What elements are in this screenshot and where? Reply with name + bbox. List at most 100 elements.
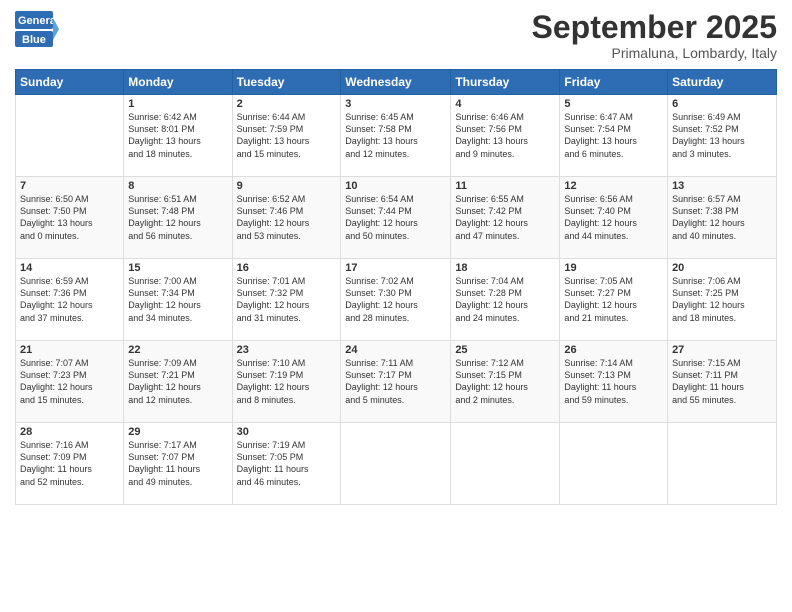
day-number: 26 [564,344,663,356]
week-row-1: 1 Sunrise: 6:42 AMSunset: 8:01 PMDaylight… [16,95,777,177]
day-number: 1 [128,98,227,110]
day-number: 3 [345,98,446,110]
calendar-cell: 27Sunrise: 7:15 AMSunset: 7:11 PMDayligh… [668,341,777,423]
calendar-cell: 12Sunrise: 6:56 AMSunset: 7:40 PMDayligh… [560,177,668,259]
day-info: Sunrise: 7:09 AMSunset: 7:21 PMDaylight:… [128,358,201,404]
svg-text:Blue: Blue [22,34,46,46]
calendar-cell: 22 Sunrise: 7:09 AMSunset: 7:21 PMDayligh… [124,341,232,423]
day-number: 16 [237,262,337,274]
day-info: Sunrise: 6:47 AMSunset: 7:54 PMDaylight:… [564,112,637,158]
day-info: Sunrise: 7:11 AMSunset: 7:17 PMDaylight:… [345,358,418,404]
calendar-cell: 3 Sunrise: 6:45 AMSunset: 7:58 PMDaylight… [341,95,451,177]
day-info: Sunrise: 7:07 AMSunset: 7:23 PMDaylight:… [20,358,93,404]
calendar-cell: 10 Sunrise: 6:54 AMSunset: 7:44 PMDayligh… [341,177,451,259]
calendar-cell [341,423,451,505]
calendar-cell: 18 Sunrise: 7:04 AMSunset: 7:28 PMDayligh… [451,259,560,341]
calendar-cell: 11 Sunrise: 6:55 AMSunset: 7:42 PMDayligh… [451,177,560,259]
day-info: Sunrise: 7:00 AMSunset: 7:34 PMDaylight:… [128,276,201,322]
day-number: 11 [455,180,555,192]
day-number: 27 [672,344,772,356]
calendar-cell: 28 Sunrise: 7:16 AMSunset: 7:09 PMDayligh… [16,423,124,505]
calendar-cell [16,95,124,177]
calendar-cell: 19 Sunrise: 7:05 AMSunset: 7:27 PMDayligh… [560,259,668,341]
day-info: Sunrise: 7:19 AMSunset: 7:05 PMDaylight:… [237,440,309,486]
day-info: Sunrise: 6:57 AMSunset: 7:38 PMDaylight:… [672,194,745,240]
header-cell-thursday: Thursday [451,70,560,95]
day-number: 21 [20,344,119,356]
day-number: 19 [564,262,663,274]
day-info: Sunrise: 7:16 AMSunset: 7:09 PMDaylight:… [20,440,92,486]
calendar-cell: 14Sunrise: 6:59 AMSunset: 7:36 PMDayligh… [16,259,124,341]
header-cell-wednesday: Wednesday [341,70,451,95]
calendar-cell: 20 Sunrise: 7:06 AMSunset: 7:25 PMDayligh… [668,259,777,341]
calendar-cell: 4 Sunrise: 6:46 AMSunset: 7:56 PMDaylight… [451,95,560,177]
day-number: 12 [564,180,663,192]
header-cell-saturday: Saturday [668,70,777,95]
day-info: Sunrise: 6:52 AMSunset: 7:46 PMDaylight:… [237,194,310,240]
day-info: Sunrise: 7:17 AMSunset: 7:07 PMDaylight:… [128,440,200,486]
calendar-cell [668,423,777,505]
day-number: 2 [237,98,337,110]
day-info: Sunrise: 6:51 AMSunset: 7:48 PMDaylight:… [128,194,201,240]
day-info: Sunrise: 6:42 AMSunset: 8:01 PMDaylight:… [128,112,201,158]
calendar-cell: 2 Sunrise: 6:44 AMSunset: 7:59 PMDaylight… [232,95,341,177]
calendar-cell: 30Sunrise: 7:19 AMSunset: 7:05 PMDayligh… [232,423,341,505]
day-number: 6 [672,98,772,110]
day-info: Sunrise: 7:06 AMSunset: 7:25 PMDaylight:… [672,276,745,322]
header-cell-sunday: Sunday [16,70,124,95]
day-number: 28 [20,426,119,438]
day-number: 15 [128,262,227,274]
day-info: Sunrise: 7:01 AMSunset: 7:32 PMDaylight:… [237,276,310,322]
day-number: 4 [455,98,555,110]
calendar-cell: 1 Sunrise: 6:42 AMSunset: 8:01 PMDaylight… [124,95,232,177]
day-info: Sunrise: 6:46 AMSunset: 7:56 PMDaylight:… [455,112,528,158]
calendar-cell: 25 Sunrise: 7:12 AMSunset: 7:15 PMDayligh… [451,341,560,423]
calendar-cell [560,423,668,505]
week-row-3: 14Sunrise: 6:59 AMSunset: 7:36 PMDayligh… [16,259,777,341]
week-row-2: 7 Sunrise: 6:50 AMSunset: 7:50 PMDaylight… [16,177,777,259]
day-number: 17 [345,262,446,274]
calendar-cell: 7 Sunrise: 6:50 AMSunset: 7:50 PMDaylight… [16,177,124,259]
day-info: Sunrise: 6:49 AMSunset: 7:52 PMDaylight:… [672,112,745,158]
subtitle: Primaluna, Lombardy, Italy [532,45,777,61]
calendar-cell: 21 Sunrise: 7:07 AMSunset: 7:23 PMDayligh… [16,341,124,423]
day-number: 18 [455,262,555,274]
day-info: Sunrise: 6:44 AMSunset: 7:59 PMDaylight:… [237,112,310,158]
calendar-cell: 5 Sunrise: 6:47 AMSunset: 7:54 PMDaylight… [560,95,668,177]
header-cell-friday: Friday [560,70,668,95]
day-info: Sunrise: 6:54 AMSunset: 7:44 PMDaylight:… [345,194,418,240]
day-number: 23 [237,344,337,356]
day-info: Sunrise: 7:14 AMSunset: 7:13 PMDaylight:… [564,358,636,404]
calendar-header: SundayMondayTuesdayWednesdayThursdayFrid… [16,70,777,95]
day-number: 24 [345,344,446,356]
calendar-cell: 6 Sunrise: 6:49 AMSunset: 7:52 PMDaylight… [668,95,777,177]
week-row-5: 28 Sunrise: 7:16 AMSunset: 7:09 PMDayligh… [16,423,777,505]
day-info: Sunrise: 7:12 AMSunset: 7:15 PMDaylight:… [455,358,528,404]
day-number: 7 [20,180,119,192]
calendar-cell: 26 Sunrise: 7:14 AMSunset: 7:13 PMDayligh… [560,341,668,423]
day-number: 14 [20,262,119,274]
day-number: 20 [672,262,772,274]
day-info: Sunrise: 7:04 AMSunset: 7:28 PMDaylight:… [455,276,528,322]
day-number: 25 [455,344,555,356]
month-title: September 2025 [532,10,777,45]
header-cell-monday: Monday [124,70,232,95]
day-number: 10 [345,180,446,192]
calendar: SundayMondayTuesdayWednesdayThursdayFrid… [15,69,777,505]
logo-svg: General Blue [15,10,59,52]
week-row-4: 21 Sunrise: 7:07 AMSunset: 7:23 PMDayligh… [16,341,777,423]
day-info: Sunrise: 6:50 AMSunset: 7:50 PMDaylight:… [20,194,93,240]
calendar-cell: 9 Sunrise: 6:52 AMSunset: 7:46 PMDaylight… [232,177,341,259]
day-number: 22 [128,344,227,356]
day-info: Sunrise: 6:55 AMSunset: 7:42 PMDaylight:… [455,194,528,240]
day-info: Sunrise: 6:45 AMSunset: 7:58 PMDaylight:… [345,112,418,158]
day-info: Sunrise: 7:05 AMSunset: 7:27 PMDaylight:… [564,276,637,322]
day-number: 29 [128,426,227,438]
calendar-cell [451,423,560,505]
day-number: 9 [237,180,337,192]
calendar-cell: 13Sunrise: 6:57 AMSunset: 7:38 PMDayligh… [668,177,777,259]
logo: General Blue [15,10,59,52]
day-number: 5 [564,98,663,110]
day-info: Sunrise: 7:10 AMSunset: 7:19 PMDaylight:… [237,358,310,404]
calendar-cell: 23 Sunrise: 7:10 AMSunset: 7:19 PMDayligh… [232,341,341,423]
